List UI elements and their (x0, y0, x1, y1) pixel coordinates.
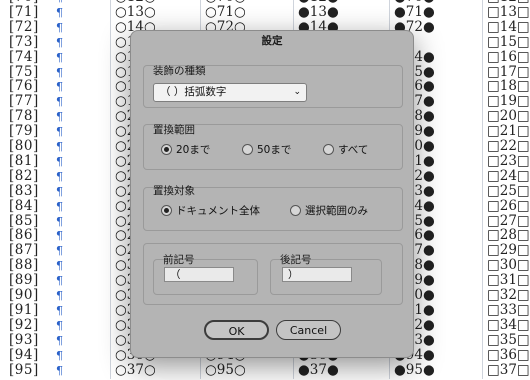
radio-icon (323, 143, 334, 155)
target-radio-document[interactable]: ドキュメント全体 (161, 204, 260, 218)
settings-dialog: 設定 装飾の種類 （ ）括弧数字 ⌄ 置換範囲 20まで 50まで すべて 置換… (131, 31, 413, 357)
range-radio-20[interactable]: 20まで (161, 143, 210, 157)
range-legend: 置換範囲 (153, 124, 195, 136)
cancel-button[interactable]: Cancel (276, 320, 341, 340)
prefix-legend: 前記号 (163, 254, 195, 266)
decoration-select-value: （ ）括弧数字 (160, 86, 227, 98)
prefix-input[interactable]: （ (164, 267, 234, 282)
decoration-legend: 装飾の種類 (153, 65, 206, 77)
suffix-legend: 後記号 (280, 254, 312, 266)
dialog-title: 設定 (261, 35, 283, 47)
target-legend: 置換対象 (153, 185, 195, 197)
ok-button[interactable]: OK (204, 320, 269, 340)
range-radio-50[interactable]: 50まで (242, 143, 291, 157)
chevron-down-icon: ⌄ (293, 87, 301, 97)
decoration-select[interactable]: （ ）括弧数字 ⌄ (153, 83, 307, 102)
radio-selected-icon (161, 143, 172, 155)
range-radio-all[interactable]: すべて (323, 143, 368, 157)
radio-selected-icon (161, 204, 172, 216)
radio-icon (242, 143, 253, 155)
target-radio-selection[interactable]: 選択範囲のみ (290, 204, 368, 218)
radio-icon (290, 204, 301, 216)
suffix-input[interactable]: ） (282, 267, 352, 282)
